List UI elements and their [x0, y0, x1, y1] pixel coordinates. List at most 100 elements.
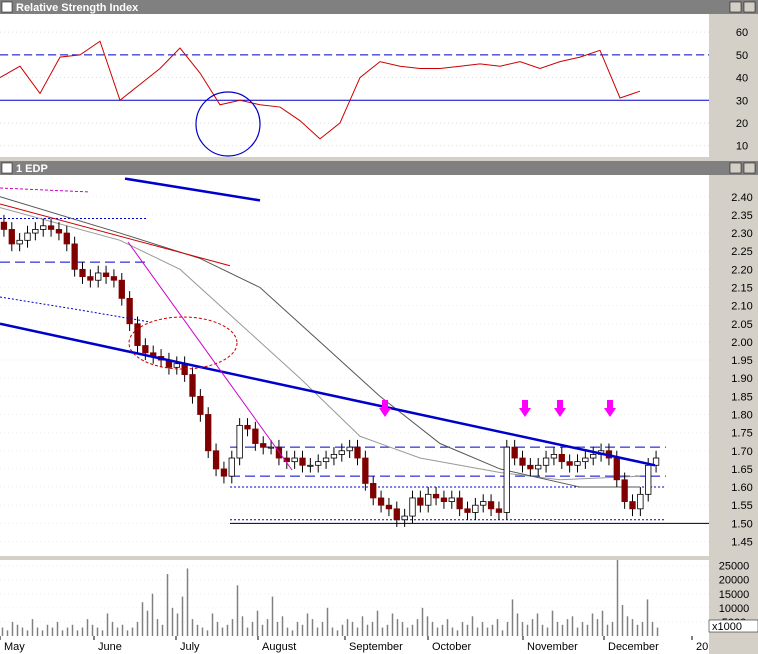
- candle-body: [495, 508, 503, 513]
- price-panel-title: 1 EDP: [16, 163, 48, 175]
- candle-body: [613, 457, 620, 481]
- rsi-tick-label: 10: [736, 141, 748, 153]
- candle-body: [456, 497, 463, 510]
- candle-body: [440, 497, 448, 502]
- price-panel-icon: [1, 162, 13, 174]
- candle-body: [385, 504, 393, 510]
- candle-body: [87, 276, 94, 281]
- candle-body: [47, 225, 55, 230]
- candle-body: [267, 446, 275, 449]
- price-tick-label: 2.00: [731, 337, 752, 349]
- candle-body: [535, 464, 542, 470]
- candle-body: [299, 457, 306, 466]
- month-label: September: [349, 641, 403, 653]
- candle-body: [370, 483, 377, 499]
- candle-body: [307, 464, 314, 467]
- candle-body: [330, 453, 338, 459]
- price-tick-label: 2.20: [731, 264, 752, 276]
- candle-body: [95, 272, 102, 281]
- candle-body: [393, 508, 400, 521]
- candle-body: [322, 457, 330, 463]
- rsi-close-button[interactable]: [743, 1, 756, 13]
- candle-body: [503, 446, 510, 513]
- price-tick-label: 1.75: [731, 428, 752, 440]
- candle-body: [110, 276, 118, 281]
- candle-body: [464, 508, 471, 513]
- price-tick-label: 1.70: [731, 446, 752, 458]
- price-tick-label: 2.15: [731, 282, 752, 294]
- candle-body: [212, 450, 220, 470]
- price-tick-label: 1.50: [731, 518, 752, 530]
- rsi-plot-area: [0, 14, 709, 157]
- candle-body: [0, 221, 8, 230]
- price-tick-label: 1.90: [731, 373, 752, 385]
- rsi-panel-icon: [1, 1, 13, 13]
- price-tick-label: 1.60: [731, 482, 752, 494]
- month-label: June: [98, 641, 122, 653]
- price-tick-label: 1.85: [731, 391, 752, 403]
- rsi-tick-label: 20: [736, 118, 748, 130]
- candle-body: [71, 243, 78, 270]
- candle-body: [40, 225, 47, 230]
- candle-body: [519, 457, 526, 466]
- candle-body: [582, 457, 589, 463]
- candle-body: [228, 457, 235, 477]
- candle-body: [260, 443, 267, 448]
- candle-body: [401, 515, 408, 521]
- month-label: July: [180, 641, 200, 653]
- candle-body: [126, 297, 133, 325]
- price-tick-label: 2.05: [731, 319, 752, 331]
- price-tick-label: 1.80: [731, 409, 752, 421]
- candle-body: [621, 479, 628, 502]
- candle-body: [448, 497, 455, 502]
- candle-body: [173, 363, 180, 368]
- candle-body: [354, 446, 361, 459]
- price-tick-label: 1.65: [731, 464, 752, 476]
- price-close-button[interactable]: [743, 162, 756, 174]
- candle-body: [32, 229, 39, 234]
- candle-body: [629, 501, 636, 510]
- volume-unit-label: x1000: [712, 621, 742, 633]
- candle-body: [8, 229, 15, 245]
- candle-body: [550, 453, 558, 459]
- candle-body: [338, 450, 345, 455]
- price-tick-label: 1.95: [731, 355, 752, 367]
- candle-body: [574, 461, 581, 466]
- candle-body: [432, 493, 440, 499]
- price-tick-label: 2.30: [731, 228, 752, 240]
- candle-body: [236, 424, 243, 459]
- rsi-tick-label: 60: [736, 27, 748, 39]
- candle-body: [189, 374, 196, 397]
- candle-body: [142, 345, 149, 354]
- rsi-tick-label: 50: [736, 50, 748, 62]
- volume-axis: 500010000150002000025000: [719, 561, 750, 629]
- volume-tick-label: 20000: [719, 575, 750, 587]
- candle-body: [134, 323, 141, 346]
- month-label: November: [527, 641, 578, 653]
- volume-tick-label: 25000: [719, 561, 750, 573]
- candle-body: [480, 501, 487, 506]
- rsi-panel-title: Relative Strength Index: [16, 2, 139, 14]
- candle-body: [315, 461, 322, 466]
- month-label: October: [432, 641, 471, 653]
- candle-body: [409, 497, 416, 517]
- price-tick-label: 2.35: [731, 210, 752, 222]
- candle-body: [527, 464, 534, 470]
- candle-body: [645, 464, 652, 495]
- candle-body: [63, 232, 70, 245]
- candle-body: [417, 497, 424, 506]
- candle-body: [637, 493, 644, 510]
- candle-body: [377, 497, 385, 506]
- price-panel-titlebar: [0, 161, 758, 175]
- rsi-restore-button[interactable]: [729, 1, 742, 13]
- candle-body: [472, 504, 479, 513]
- candle-body: [558, 453, 565, 463]
- candle-body: [24, 232, 31, 241]
- candle-body: [205, 414, 212, 452]
- price-tick-label: 2.25: [731, 246, 752, 258]
- price-tick-label: 1.55: [731, 500, 752, 512]
- price-restore-button[interactable]: [729, 162, 742, 174]
- volume-tick-label: 15000: [719, 589, 750, 601]
- month-label: 20: [696, 641, 708, 653]
- price-tick-label: 2.40: [731, 192, 752, 204]
